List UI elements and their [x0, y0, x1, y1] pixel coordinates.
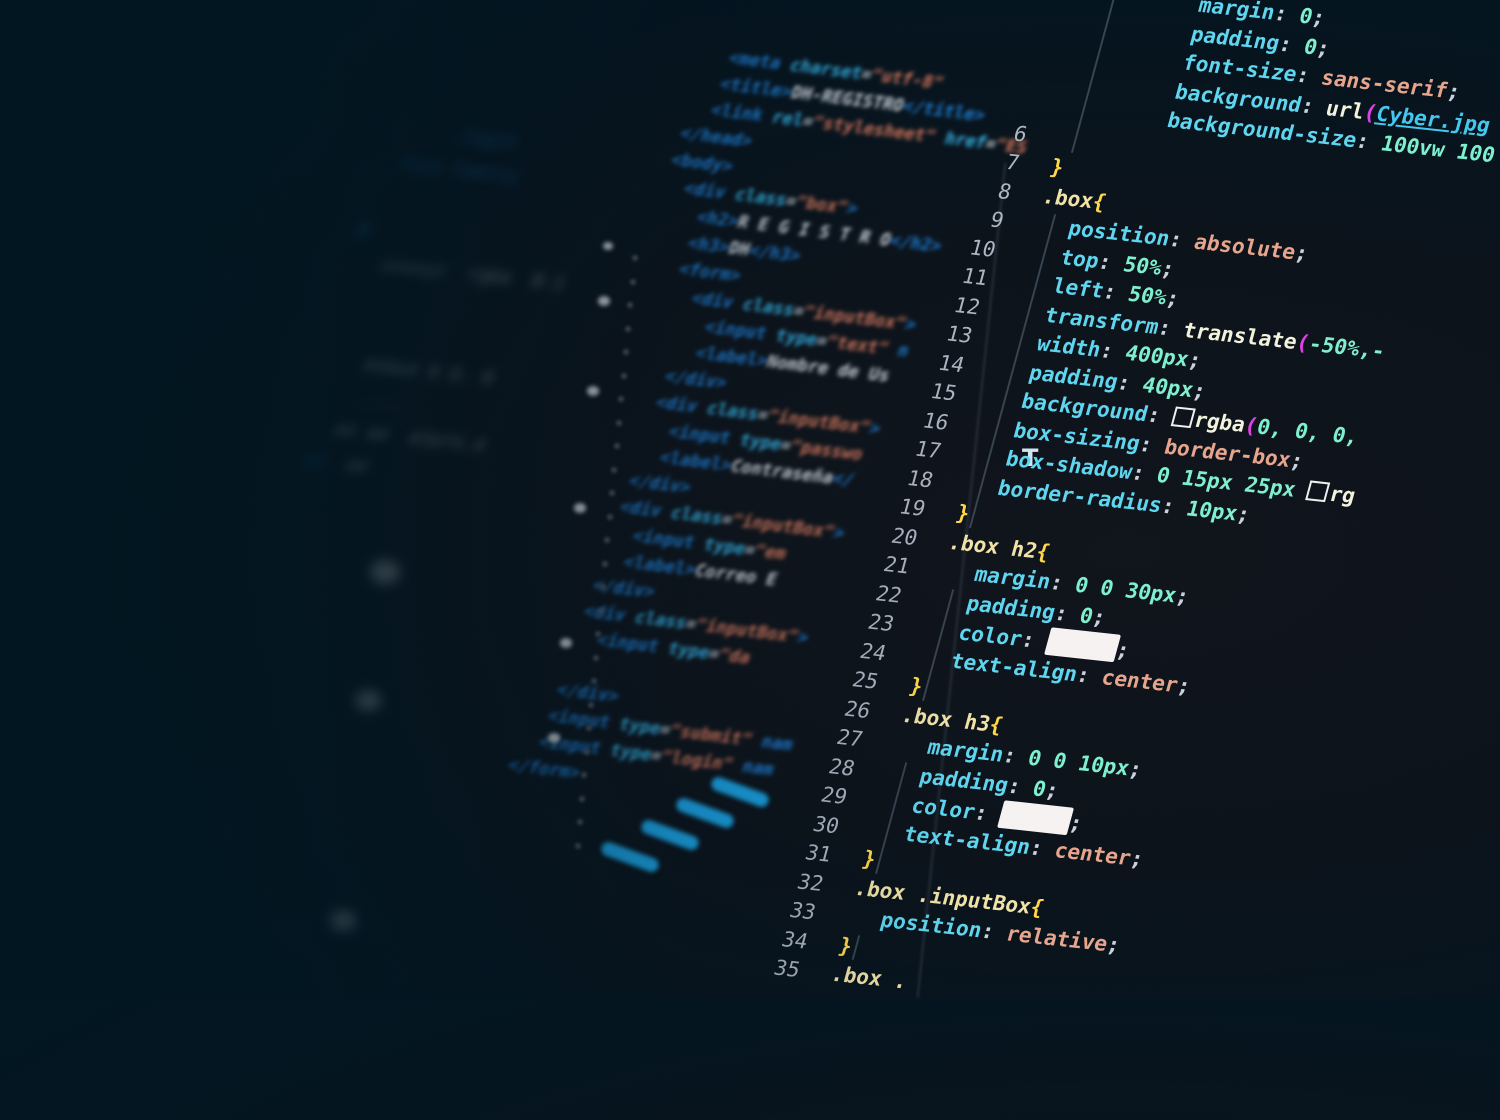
- token-num: 10px: [1183, 496, 1241, 525]
- token-attr: type: [772, 326, 821, 351]
- token-txt: Correo E: [691, 560, 780, 591]
- token-str: center: [1099, 664, 1181, 697]
- token-val: "box": [792, 192, 851, 219]
- token-prop: margin: [971, 562, 1054, 594]
- blurred-line-number: [611, 466, 618, 473]
- token-prop: margin: [924, 734, 1007, 767]
- code-content: }: [1047, 153, 1067, 183]
- token-tag: <h2>: [693, 207, 742, 232]
- token-prop: left: [1050, 273, 1107, 303]
- token-fn: rgba: [1191, 407, 1249, 437]
- token-str: center: [1052, 837, 1134, 870]
- token-tag: </form>: [505, 755, 583, 784]
- blurred-line-number: [629, 278, 636, 285]
- fold-marker-icon: [603, 242, 613, 250]
- fold-marker-icon: [548, 733, 560, 743]
- token-fn: url: [1323, 95, 1368, 124]
- token-num: 40px: [1139, 372, 1197, 402]
- blurred-line-number: [579, 795, 586, 802]
- blurred-line-number: [588, 701, 595, 708]
- token-tag: <h3>: [684, 233, 733, 258]
- blurred-line-number: [574, 842, 581, 849]
- token-tag: </div>: [661, 366, 730, 394]
- blurred-line-number: [597, 607, 604, 614]
- fold-marker-icon: [355, 690, 381, 711]
- token-prop: width: [1034, 331, 1104, 362]
- token-val: "da: [715, 645, 753, 669]
- blurred-line-number: [609, 490, 615, 496]
- line-number: 35: [771, 955, 803, 982]
- token-attr: type: [700, 534, 749, 560]
- token-tag: [305, 315, 365, 341]
- blurred-line-number: [592, 654, 599, 661]
- token-val: .....: [286, 381, 411, 415]
- blurred-line-number: [613, 443, 620, 449]
- token-tag: <div: [580, 601, 639, 628]
- token-prop: color: [955, 620, 1026, 651]
- token-attr: class: [667, 503, 726, 530]
- blurred-line-number: [625, 325, 632, 332]
- token-tag: nam: [739, 757, 777, 781]
- fold-marker-icon: [370, 560, 400, 584]
- fold-marker-icon: [574, 503, 586, 513]
- token-num: 400px: [1122, 340, 1192, 372]
- token-tag: <input: [593, 630, 672, 659]
- token-sel: .box: [1039, 183, 1097, 213]
- token-num: -50%,-: [1306, 331, 1389, 363]
- token-attr: class: [739, 294, 798, 321]
- blurred-line-number: [576, 819, 583, 825]
- token-tag: <meta: [726, 48, 794, 76]
- token-sel: .box .: [828, 961, 911, 994]
- token-tag: ##: [267, 448, 349, 477]
- fold-marker-icon: [587, 386, 599, 396]
- token-attr: type: [664, 639, 713, 664]
- blurred-line-number: [602, 560, 609, 567]
- blurred-line-number: [586, 725, 592, 731]
- blurred-line-number: [590, 678, 597, 684]
- token-tag: [347, 285, 385, 309]
- token-attr: class: [731, 184, 790, 211]
- token-tag: <div: [688, 288, 747, 315]
- token-tag: <div: [681, 178, 739, 205]
- token-prop: color: [908, 793, 979, 824]
- token-tag: <div: [616, 497, 675, 523]
- token-attr: type: [607, 740, 655, 766]
- blurred-line-number: [599, 584, 606, 590]
- blurred-line-number: [615, 419, 622, 426]
- token-attr: class: [631, 607, 690, 634]
- token-val: "login": [657, 747, 746, 777]
- blurred-line-number: [632, 255, 638, 261]
- token-tag: </div>: [625, 471, 694, 499]
- blurred-line-number: [620, 372, 627, 379]
- token-num: 50%: [1125, 281, 1170, 310]
- color-swatch-icon: [1170, 406, 1196, 429]
- token-brace: }: [1047, 154, 1067, 180]
- token-tag: <form>: [675, 259, 744, 287]
- token-txt: ##: [342, 455, 371, 479]
- token-tag: nam: [758, 732, 796, 756]
- token-fn: rg: [1326, 481, 1359, 509]
- blurred-line-number: [622, 349, 629, 355]
- token-attr: type: [616, 714, 664, 740]
- fold-marker-icon: [330, 910, 356, 931]
- token-tag: <body>: [668, 149, 736, 177]
- token-attr: class: [703, 399, 762, 425]
- fold-marker-icon: [598, 296, 610, 306]
- token-tag: <link: [708, 100, 776, 128]
- fold-marker-icon: [560, 638, 572, 648]
- blurred-line-number: [583, 748, 590, 755]
- token-val: "em: [751, 541, 789, 565]
- token-attr: type: [736, 430, 785, 455]
- token-prop: top: [1057, 244, 1102, 273]
- token-tag: <div: [652, 392, 711, 419]
- token-tag: </h3>: [745, 241, 804, 267]
- token-tag: [366, 219, 393, 242]
- blurred-line-number: [606, 513, 613, 520]
